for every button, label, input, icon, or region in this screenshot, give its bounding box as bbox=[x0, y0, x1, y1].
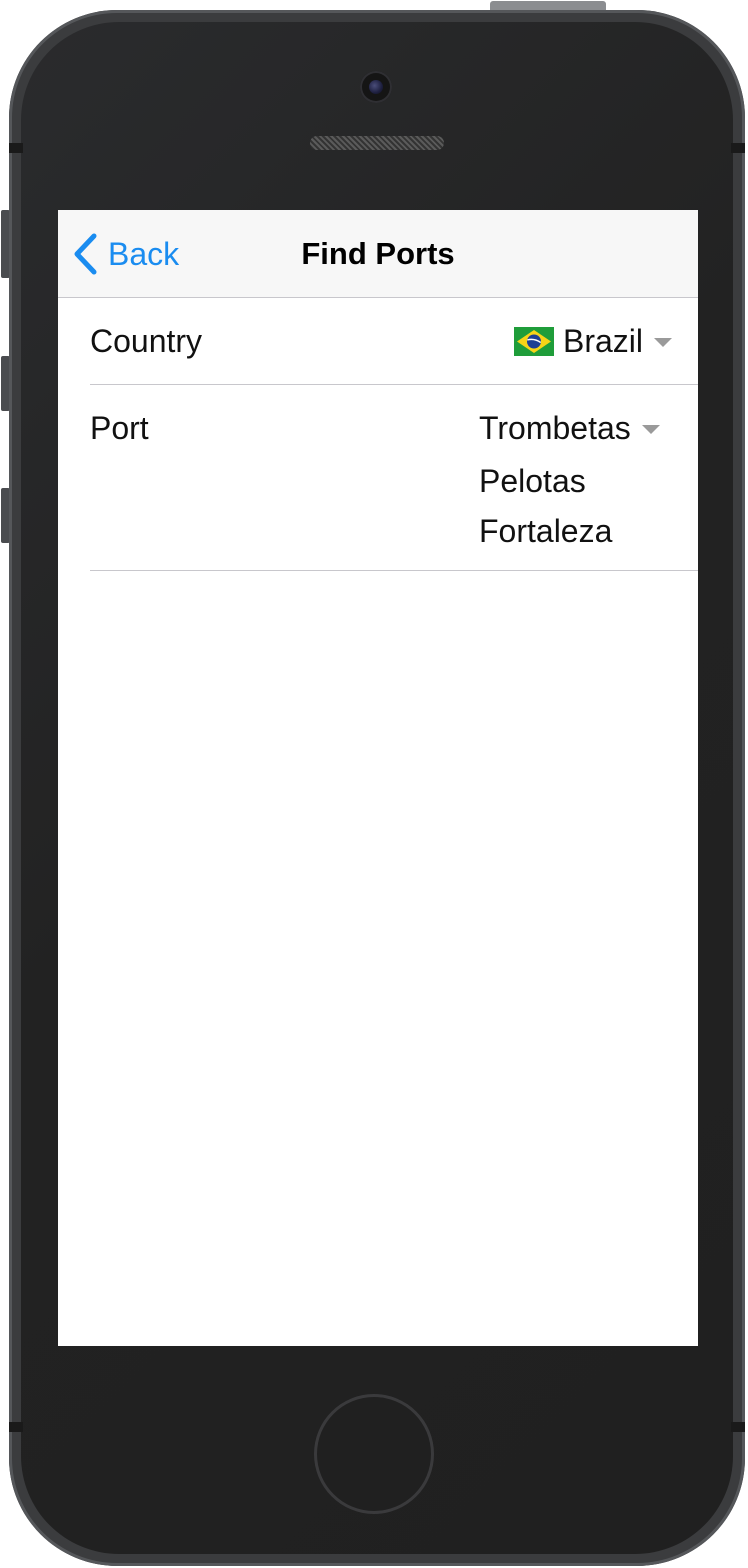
page-title: Find Ports bbox=[301, 236, 455, 271]
port-option[interactable]: Fortaleza bbox=[479, 506, 660, 556]
antenna-band bbox=[9, 1422, 23, 1432]
front-camera bbox=[360, 71, 392, 103]
port-options-list: Pelotas Fortaleza bbox=[479, 456, 660, 556]
antenna-band bbox=[731, 1422, 745, 1432]
earpiece-speaker bbox=[310, 136, 444, 150]
app-screen: Back Find Ports Country Brazil Port Trom… bbox=[58, 210, 698, 1346]
device-frame: Back Find Ports Country Brazil Port Trom… bbox=[0, 0, 748, 1568]
country-value: Brazil bbox=[562, 323, 643, 359]
port-label: Port bbox=[90, 410, 149, 446]
country-row: Country Brazil bbox=[90, 298, 698, 385]
home-button[interactable] bbox=[314, 1394, 434, 1514]
port-option[interactable]: Pelotas bbox=[479, 456, 660, 506]
country-label: Country bbox=[90, 323, 203, 359]
port-select[interactable]: Trombetas Pelotas Fortaleza bbox=[479, 406, 660, 556]
caret-down-icon bbox=[654, 337, 672, 347]
port-selected-value: Trombetas bbox=[479, 410, 631, 446]
antenna-band bbox=[731, 143, 745, 153]
brazil-flag-icon bbox=[513, 326, 554, 356]
caret-down-icon bbox=[641, 424, 660, 434]
port-selected[interactable]: Trombetas bbox=[479, 406, 660, 450]
navigation-bar: Back Find Ports bbox=[58, 210, 698, 298]
country-select[interactable]: Brazil bbox=[513, 319, 672, 363]
antenna-band bbox=[9, 143, 23, 153]
port-row: Port Trombetas Pelotas Fortaleza bbox=[90, 385, 698, 571]
